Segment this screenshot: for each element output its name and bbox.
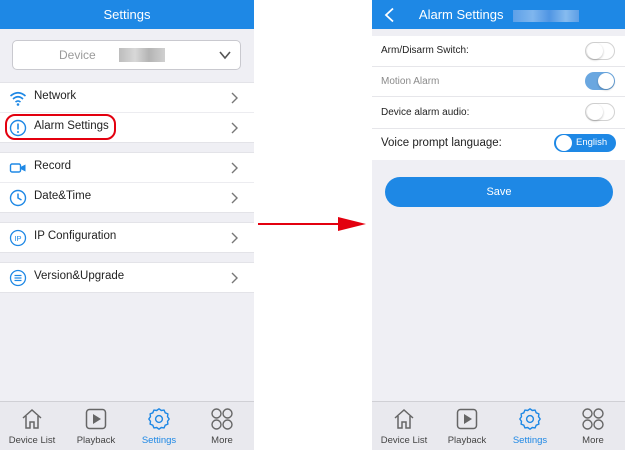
- tab-label: Settings: [512, 435, 548, 446]
- tab-label: Playback: [447, 435, 487, 446]
- arm-disarm-row: Arm/Disarm Switch:: [372, 36, 625, 67]
- redacted-device-name: [513, 9, 580, 22]
- settings-row-label: Version&Upgrade: [34, 270, 125, 282]
- highlight-ring: [5, 114, 116, 140]
- settings-row-record[interactable]: Record: [0, 153, 254, 183]
- tab-label: Settings: [141, 435, 177, 446]
- voice-prompt-label: Voice prompt language:: [381, 137, 502, 149]
- page-title: Settings: [103, 7, 151, 22]
- settings-row-label: Date&Time: [34, 190, 92, 202]
- ip-icon: IP: [9, 229, 27, 247]
- tab-device-list[interactable]: Device List: [372, 402, 436, 450]
- tab-bar: Device List Playback Settings More: [0, 401, 254, 450]
- settings-header: Settings: [0, 0, 254, 29]
- voice-language-value: English: [576, 137, 608, 148]
- chevron-right-icon: [231, 162, 238, 174]
- settings-group-2: Record Date&Time: [0, 152, 254, 213]
- chevron-right-icon: [231, 92, 238, 104]
- device-selector-label: Device: [59, 48, 96, 62]
- save-button[interactable]: Save: [385, 177, 613, 207]
- play-icon: [85, 408, 107, 430]
- settings-screen: Settings Device Network Alarm Settings R…: [0, 0, 254, 450]
- chevron-down-icon: [219, 51, 231, 60]
- device-alarm-audio-row: Device alarm audio:: [372, 97, 625, 129]
- toggle-knob: [556, 135, 572, 151]
- tab-label: Device List: [380, 435, 428, 446]
- alarm-settings-header: Alarm Settings: [372, 0, 625, 29]
- voice-language-toggle[interactable]: English: [554, 134, 616, 152]
- wifi-icon: [9, 91, 27, 106]
- chevron-right-icon: [231, 192, 238, 204]
- chevron-right-icon: [231, 122, 238, 134]
- tab-playback[interactable]: Playback: [64, 402, 128, 450]
- device-selector[interactable]: Device: [12, 40, 241, 70]
- alarm-settings-screen: Alarm Settings Arm/Disarm Switch: Motion…: [372, 0, 625, 450]
- motion-alarm-toggle[interactable]: [585, 72, 615, 90]
- settings-row-label: IP Configuration: [34, 230, 117, 242]
- settings-row-version-upgrade[interactable]: Version&Upgrade: [0, 263, 254, 292]
- tab-label: Playback: [76, 435, 116, 446]
- house-icon: [22, 408, 42, 429]
- tab-device-list[interactable]: Device List: [0, 402, 64, 450]
- motion-alarm-row: Motion Alarm: [372, 67, 625, 97]
- tab-settings[interactable]: Settings: [127, 402, 191, 450]
- motion-alarm-label: Motion Alarm: [381, 76, 440, 87]
- tab-label: More: [582, 435, 604, 446]
- back-arrow-icon[interactable]: [382, 7, 398, 23]
- flow-arrow-icon: [258, 217, 366, 231]
- list-circle-icon: [9, 269, 27, 287]
- tab-bar: Device List Playback Settings More: [372, 401, 625, 450]
- video-camera-icon: [9, 163, 26, 173]
- device-alarm-audio-toggle[interactable]: [585, 103, 615, 121]
- clock-icon: [9, 189, 27, 207]
- settings-group-4: Version&Upgrade: [0, 262, 254, 293]
- house-icon: [394, 408, 414, 429]
- gear-icon: [148, 408, 170, 430]
- tab-settings[interactable]: Settings: [498, 402, 562, 450]
- arm-disarm-toggle[interactable]: [585, 42, 615, 60]
- device-alarm-audio-label: Device alarm audio:: [381, 107, 470, 118]
- redacted-device-name: [119, 48, 165, 62]
- gear-icon: [519, 408, 541, 430]
- four-circles-icon: [582, 408, 604, 430]
- settings-row-network[interactable]: Network: [0, 83, 254, 113]
- settings-row-label: Record: [34, 160, 72, 172]
- svg-text:IP: IP: [14, 234, 21, 243]
- settings-row-date-time[interactable]: Date&Time: [0, 183, 254, 212]
- chevron-right-icon: [231, 232, 238, 244]
- four-circles-icon: [211, 408, 233, 430]
- tab-label: Device List: [8, 435, 56, 446]
- tab-label: More: [211, 435, 233, 446]
- settings-row-label: Network: [34, 90, 77, 102]
- tab-playback[interactable]: Playback: [435, 402, 499, 450]
- page-title: Alarm Settings: [418, 7, 504, 22]
- chevron-right-icon: [231, 272, 238, 284]
- tab-more[interactable]: More: [561, 402, 625, 450]
- arm-disarm-label: Arm/Disarm Switch:: [381, 45, 469, 56]
- settings-row-ip-configuration[interactable]: IP IP Configuration: [0, 223, 254, 252]
- settings-group-3: IP IP Configuration: [0, 222, 254, 253]
- tab-more[interactable]: More: [190, 402, 254, 450]
- play-icon: [456, 408, 478, 430]
